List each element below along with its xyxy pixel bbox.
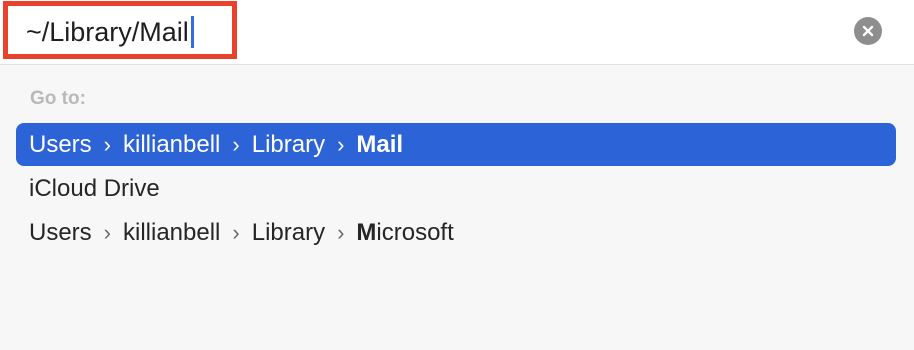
chevron-right-icon: › xyxy=(103,219,111,245)
path-segment: killianbell xyxy=(123,130,221,158)
path-segment: Library xyxy=(251,130,326,158)
chevron-right-icon: › xyxy=(232,219,240,245)
result-label: iCloud Drive xyxy=(29,174,160,202)
chevron-right-icon: › xyxy=(337,131,345,157)
chevron-right-icon: › xyxy=(337,219,345,245)
clear-button[interactable] xyxy=(854,17,882,45)
chevron-right-icon: › xyxy=(103,131,111,157)
path-segment-match: Mail xyxy=(356,130,404,158)
result-row-icloud-drive[interactable]: iCloud Drive xyxy=(16,167,896,210)
clear-icon xyxy=(862,25,874,37)
search-bar: ~/Library/Mail xyxy=(0,0,914,65)
highlight-box xyxy=(3,1,237,59)
path-segment: killianbell xyxy=(123,218,221,246)
result-row-microsoft[interactable]: Users › killianbell › Library › Microsof… xyxy=(16,211,896,254)
path-segment: Users xyxy=(29,218,92,246)
path-segment: Users xyxy=(29,130,92,158)
path-segment-match: M xyxy=(356,218,377,246)
result-row-mail[interactable]: Users › killianbell › Library › Mail xyxy=(16,123,896,166)
goto-label: Go to: xyxy=(30,88,86,109)
path-segment-rest: icrosoft xyxy=(376,218,454,246)
path-segment: Library xyxy=(251,218,326,246)
chevron-right-icon: › xyxy=(232,131,240,157)
results-list: Users › killianbell › Library › Mail iCl… xyxy=(16,123,896,255)
